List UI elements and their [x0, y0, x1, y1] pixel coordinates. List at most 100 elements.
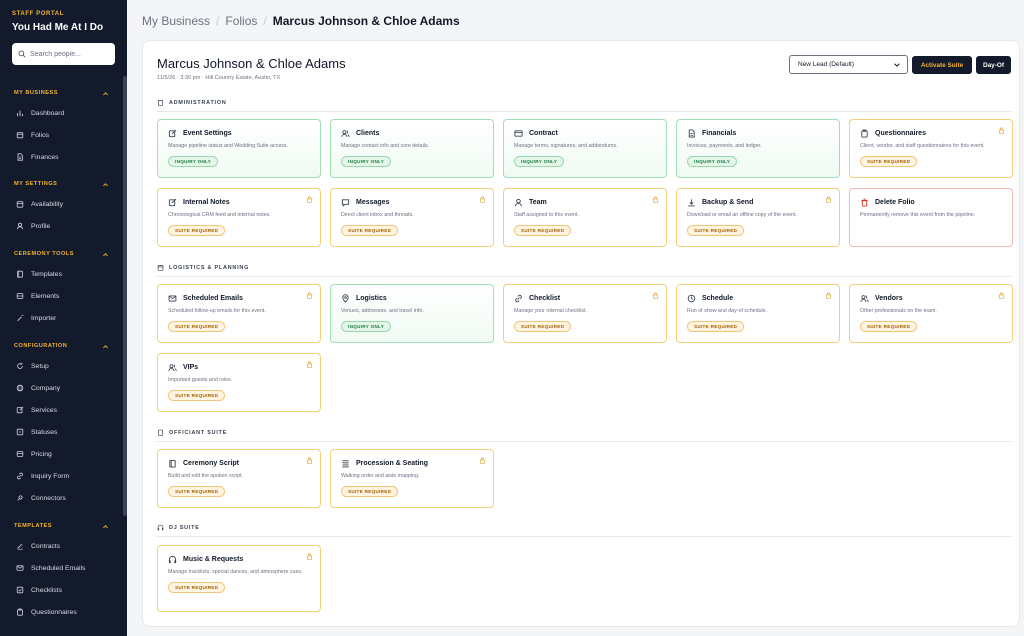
card-contract[interactable]: Contract Manage terms, signatures, and ad…: [503, 119, 667, 178]
sidebar-item-pricing[interactable]: Pricing: [0, 443, 123, 465]
divider: [157, 276, 1011, 277]
card-schedule[interactable]: Schedule Run of show and day-of schedule.…: [676, 284, 840, 343]
sidebar-item-importer[interactable]: Importer: [0, 307, 123, 329]
sidebar-item-contracts[interactable]: Contracts: [0, 535, 123, 557]
users-icon: [860, 295, 869, 303]
card-financials[interactable]: Financials Invoices, payments, and ledger…: [676, 119, 840, 178]
section-title: OFFICIANT SUITE: [169, 429, 228, 436]
section-header[interactable]: MY SETTINGS: [0, 175, 123, 193]
card-clients[interactable]: Clients Manage contact info and core deta…: [330, 119, 494, 178]
sidebar: STAFF PORTAL You Had Me At I Do MY BUSIN…: [0, 0, 127, 636]
sidebar-item-availability[interactable]: Availability: [0, 193, 123, 215]
section-header[interactable]: TEMPLATES: [0, 517, 123, 535]
list-icon: [16, 428, 24, 436]
sidebar-item-company[interactable]: Company: [0, 377, 123, 399]
document-icon: [688, 129, 695, 138]
card-checklist[interactable]: Checklist Manage your internal checklist.…: [503, 284, 667, 343]
sidebar-item-connectors[interactable]: Connectors: [0, 487, 123, 509]
card-description: Chronological CRM feed and internal note…: [168, 212, 271, 218]
user-icon: [16, 222, 24, 230]
card-delete-folio[interactable]: Delete Folio Permanently remove this even…: [849, 188, 1013, 247]
section-header[interactable]: CONFIGURATION: [0, 337, 123, 355]
sidebar-item-inquiry-form[interactable]: Inquiry Form: [0, 465, 123, 487]
card-description: Other professionals on the team.: [860, 308, 937, 314]
card-team[interactable]: Team Staff assigned to this event. SUITE R…: [503, 188, 667, 247]
card-ceremony-script[interactable]: Ceremony Script Build and edit the spoken…: [157, 449, 321, 508]
card-title: Checklist: [529, 295, 561, 302]
card-title: Music & Requests: [183, 556, 244, 563]
sidebar-item-setup[interactable]: Setup: [0, 355, 123, 377]
suite-required-badge: SUITE REQUIRED: [168, 390, 226, 401]
breadcrumb-link-folios[interactable]: Folios: [225, 14, 257, 28]
card-vendors[interactable]: Vendors Other professionals on the team. S…: [849, 284, 1013, 343]
suite-required-badge: SUITE REQUIRED: [514, 225, 572, 236]
sidebar-item-checklists[interactable]: Checklists: [0, 579, 123, 601]
mail-icon: [16, 565, 24, 571]
sidebar-item-label: Statuses: [31, 428, 58, 436]
lock-icon: [998, 292, 1005, 299]
card-event-settings[interactable]: Event Settings Manage pipeline status and…: [157, 119, 321, 178]
sidebar-item-label: Profile: [31, 222, 51, 230]
day-of-button[interactable]: Day-Of: [976, 56, 1011, 74]
sidebar-item-scheduled-emails[interactable]: Scheduled Emails: [0, 557, 123, 579]
nav-section-my-settings: MY SETTINGS Availability Profile: [0, 175, 123, 237]
section-header[interactable]: CEREMONY TOOLS: [0, 245, 123, 263]
suite-required-badge: SUITE REQUIRED: [341, 225, 399, 236]
sidebar-item-label: Contracts: [31, 542, 61, 550]
card-vips[interactable]: VIPs Important guests and roles. SUITE REQ…: [157, 353, 321, 412]
sidebar-item-finances[interactable]: Finances: [0, 146, 123, 168]
card-procession-and-seating[interactable]: Procession & Seating Walking order and ai…: [330, 449, 494, 508]
sidebar-item-dashboard[interactable]: Dashboard: [0, 102, 123, 124]
sidebar-item-label: Setup: [31, 362, 49, 370]
card-description: Build and edit the spoken script.: [168, 473, 244, 479]
sidebar-item-profile[interactable]: Profile: [0, 215, 123, 237]
card-questionnaires[interactable]: Questionnaires Client, vendor, and staff …: [849, 119, 1013, 178]
sidebar-item-statuses[interactable]: Statuses: [0, 421, 123, 443]
breadcrumb-link-my-business[interactable]: My Business: [142, 14, 210, 28]
suite-required-badge: SUITE REQUIRED: [341, 486, 399, 497]
card-header: Scheduled Emails: [168, 294, 310, 303]
card-backup-and-send[interactable]: Backup & Send Download or email an offlin…: [676, 188, 840, 247]
sidebar-item-services[interactable]: Services: [0, 399, 123, 421]
sidebar-item-elements[interactable]: Elements: [0, 285, 123, 307]
sidebar-item-questionnaires[interactable]: Questionnaires: [0, 601, 123, 623]
search-icon: [18, 50, 26, 58]
suite-required-badge: SUITE REQUIRED: [168, 321, 226, 332]
trash-icon: [861, 198, 868, 207]
card-description: Permanently remove this event from the p…: [860, 212, 976, 218]
mail-icon: [168, 295, 177, 302]
card-scheduled-emails[interactable]: Scheduled Emails Scheduled follow-up emai…: [157, 284, 321, 343]
search-input[interactable]: [30, 50, 110, 58]
sidebar-item-templates[interactable]: Templates: [0, 263, 123, 285]
divider: [157, 111, 1011, 112]
chevron-up-icon: [103, 524, 108, 528]
inquiry-only-badge: INQUIRY ONLY: [514, 156, 565, 167]
breadcrumb-separator: /: [263, 14, 267, 28]
section-header[interactable]: MY BUSINESS: [0, 84, 123, 102]
activate-suite-button[interactable]: Activate Suite: [912, 56, 972, 74]
globe-icon: [16, 384, 24, 392]
card-description: Manage tracklists, special dances, and a…: [168, 569, 303, 575]
breadcrumb-current: Marcus Johnson & Chloe Adams: [272, 14, 460, 28]
card-description: Important guests and roles.: [168, 377, 233, 383]
sidebar-item-folios[interactable]: Folios: [0, 124, 123, 146]
card-header: Music & Requests: [168, 555, 310, 564]
sidebar-item-label: Elements: [31, 292, 60, 300]
card-messages[interactable]: Messages Direct client inbox and threads.…: [330, 188, 494, 247]
status-select[interactable]: New Lead (Default): [789, 55, 908, 74]
card-internal-notes[interactable]: Internal Notes Chronological CRM feed and…: [157, 188, 321, 247]
sidebar-item-label: Templates: [31, 270, 62, 278]
section-title: ADMINISTRATION: [169, 99, 227, 106]
card-title: Vendors: [875, 295, 903, 302]
card-description: Walking order and aisle mapping.: [341, 473, 420, 479]
card-logistics[interactable]: Logistics Venues, addresses, and travel i…: [330, 284, 494, 343]
search-box[interactable]: [12, 43, 115, 65]
lock-icon: [479, 457, 486, 464]
card-music-and-requests[interactable]: Music & Requests Manage tracklists, speci…: [157, 545, 321, 612]
edit-icon: [168, 129, 177, 138]
sidebar-scrollbar[interactable]: [123, 76, 127, 516]
sidebar-item-label: Checklists: [31, 586, 62, 594]
suite-required-badge: SUITE REQUIRED: [168, 225, 226, 236]
edit-icon: [168, 198, 177, 207]
card-title: Delete Folio: [875, 199, 915, 206]
